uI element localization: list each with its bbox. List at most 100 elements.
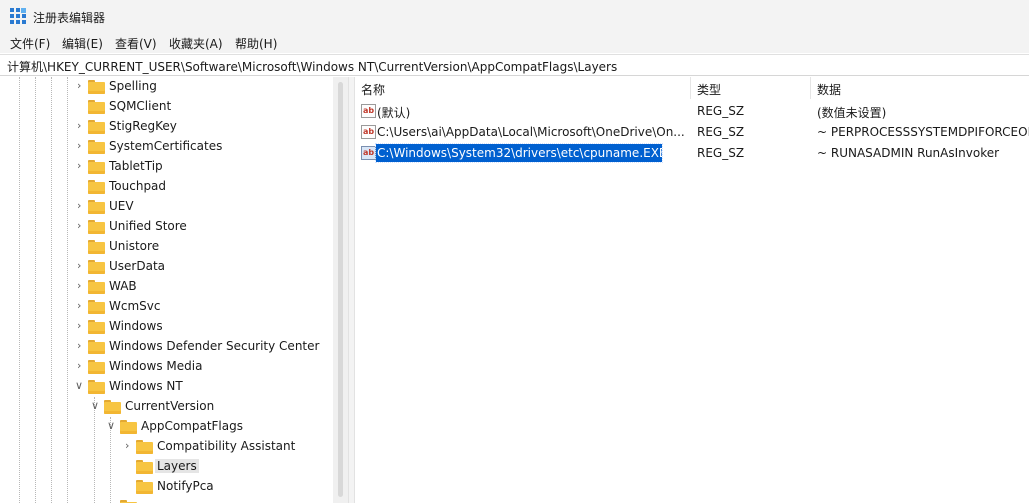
menu-bar: 文件(F) 编辑(E) 查看(V) 收藏夹(A) 帮助(H) — [0, 33, 1029, 53]
chevron-right-icon[interactable]: › — [77, 200, 87, 212]
column-header-data[interactable]: 数据 — [811, 77, 1029, 99]
tree-node[interactable]: Unistore — [0, 237, 330, 257]
value-name: C:\Users\ai\AppData\Local\Microsoft\OneD… — [377, 125, 685, 139]
pane-splitter[interactable] — [348, 77, 355, 503]
key-tree[interactable]: › Spelling SQMClient › StigRegKey › Syst… — [0, 77, 348, 503]
folder-icon — [88, 120, 105, 134]
tree-node[interactable]: › StigRegKey — [0, 117, 330, 137]
address-bar[interactable]: 计算机\HKEY_CURRENT_USER\Software\Microsoft… — [0, 54, 1029, 76]
value-data: ~ PERPROCESSSYSTEMDPIFORCEOFF — [817, 125, 1029, 139]
chevron-right-icon[interactable]: › — [77, 280, 87, 292]
tree-node-label: WAB — [109, 279, 137, 293]
string-value-icon: ab — [361, 104, 376, 118]
tree-node-label: Windows NT — [109, 379, 183, 393]
tree-node[interactable]: › WAB — [0, 277, 330, 297]
chevron-right-icon[interactable]: › — [77, 360, 87, 372]
tree-node[interactable]: ∨ CurrentVersion — [0, 397, 330, 417]
menu-file[interactable]: 文件(F) — [10, 35, 50, 52]
chevron-right-icon[interactable]: › — [77, 220, 87, 232]
tree-node[interactable]: › Windows Defender Security Center — [0, 337, 330, 357]
value-name: (默认) — [377, 106, 411, 120]
tree-node-label: NotifyPca — [157, 479, 214, 493]
chevron-right-icon[interactable]: › — [77, 120, 87, 132]
tree-node-label: Windows Defender Security Center — [109, 339, 320, 353]
folder-icon — [88, 280, 105, 294]
tree-node[interactable]: › Unified Store — [0, 217, 330, 237]
folder-icon — [88, 260, 105, 274]
tree-node[interactable]: › UserData — [0, 257, 330, 277]
chevron-down-icon[interactable]: ∨ — [91, 400, 101, 412]
folder-icon — [88, 380, 105, 394]
tree-node[interactable]: ∨ AppCompatFlags — [0, 417, 330, 437]
chevron-right-icon[interactable]: › — [77, 260, 87, 272]
folder-icon — [88, 100, 105, 114]
chevron-down-icon[interactable]: ∨ — [107, 420, 117, 432]
tree-node-label: SQMClient — [109, 99, 172, 113]
tree-node[interactable]: › SystemCertificates — [0, 137, 330, 157]
address-path[interactable]: 计算机\HKEY_CURRENT_USER\Software\Microsoft… — [7, 58, 617, 75]
chevron-right-icon[interactable]: › — [77, 320, 87, 332]
tree-node-label: SystemCertificates — [109, 139, 223, 153]
chevron-right-icon[interactable]: › — [77, 80, 87, 92]
tree-node[interactable]: › WcmSvc — [0, 297, 330, 317]
tree-node-label: TabletTip — [109, 159, 163, 173]
tree-node-selected[interactable]: Layers — [0, 457, 330, 477]
folder-icon — [88, 220, 105, 234]
tree-node[interactable]: › Compatibility Assistant — [0, 437, 330, 457]
folder-icon — [136, 460, 153, 474]
tree-node-label: StigRegKey — [109, 119, 177, 133]
string-value-icon: ab — [361, 125, 376, 139]
tree-node[interactable]: Touchpad — [0, 177, 330, 197]
value-row[interactable]: ab (默认) REG_SZ (数值未设置) — [355, 101, 1029, 122]
string-value-icon: ab — [361, 146, 376, 160]
column-header-name[interactable]: 名称 — [355, 77, 691, 99]
value-type: REG_SZ — [697, 146, 745, 160]
menu-edit[interactable]: 编辑(E) — [62, 35, 103, 52]
tree-node-label: WcmSvc — [109, 299, 161, 313]
tree-node-label: UserData — [109, 259, 166, 273]
tree-node-label: Windows — [109, 319, 163, 333]
tree-node-label: Layers — [155, 459, 199, 473]
folder-icon — [88, 340, 105, 354]
column-header-type[interactable]: 类型 — [691, 77, 811, 99]
chevron-right-icon[interactable]: › — [77, 340, 87, 352]
value-type: REG_SZ — [697, 104, 745, 118]
folder-icon — [88, 80, 105, 94]
folder-icon — [88, 180, 105, 194]
value-row[interactable]: ab C:\Users\ai\AppData\Local\Microsoft\O… — [355, 122, 1029, 143]
tree-scrollbar[interactable] — [333, 77, 348, 503]
tree-node-label: Compatibility Assistant — [157, 439, 296, 453]
chevron-right-icon[interactable]: › — [77, 300, 87, 312]
tree-node-label: Touchpad — [109, 179, 167, 193]
tree-node-label: Windows Media — [109, 359, 203, 373]
tree-node[interactable]: › Windows — [0, 317, 330, 337]
folder-icon — [136, 480, 153, 494]
tree-node[interactable]: SQMClient — [0, 97, 330, 117]
tree-node[interactable]: ∨ Windows NT — [0, 377, 330, 397]
value-row-selected[interactable]: ab C:\Windows\System32\drivers\etc\cpuna… — [355, 143, 1029, 164]
tree-node-label: UEV — [109, 199, 134, 213]
chevron-right-icon[interactable]: › — [77, 140, 87, 152]
folder-icon — [104, 400, 121, 414]
menu-favorites[interactable]: 收藏夹(A) — [169, 35, 223, 52]
chevron-right-icon[interactable]: › — [125, 440, 135, 452]
menu-view[interactable]: 查看(V) — [115, 35, 157, 52]
menu-help[interactable]: 帮助(H) — [235, 35, 277, 52]
chevron-down-icon[interactable]: ∨ — [75, 380, 85, 392]
chevron-right-icon[interactable]: › — [77, 160, 87, 172]
tree-node[interactable]: › UEV — [0, 197, 330, 217]
tree-node-label: Unified Store — [109, 219, 187, 233]
tree-node[interactable]: › Windows Media — [0, 357, 330, 377]
scrollbar-thumb[interactable] — [338, 82, 343, 497]
tree-node[interactable] — [0, 497, 330, 503]
tree-node[interactable]: NotifyPca — [0, 477, 330, 497]
value-data: (数值未设置) — [817, 106, 887, 120]
tree-node[interactable]: › TabletTip — [0, 157, 330, 177]
tree-node-label: Spelling — [109, 79, 157, 93]
folder-icon — [88, 160, 105, 174]
values-list[interactable]: 名称 类型 数据 ab (默认) REG_SZ (数值未设置) ab C:\Us… — [355, 77, 1029, 503]
folder-icon — [88, 360, 105, 374]
folder-icon — [88, 200, 105, 214]
tree-node[interactable]: › Spelling — [0, 77, 330, 97]
folder-icon — [88, 320, 105, 334]
